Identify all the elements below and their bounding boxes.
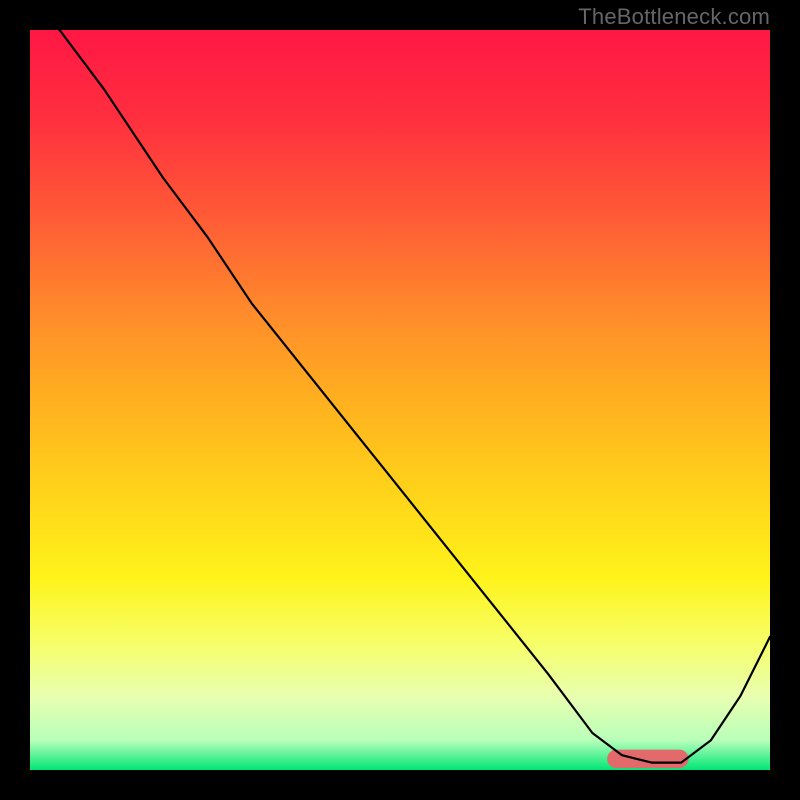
plot-area (30, 30, 770, 770)
chart-frame: TheBottleneck.com (0, 0, 800, 800)
watermark-text: TheBottleneck.com (578, 4, 770, 30)
gradient-background (30, 30, 770, 770)
bottleneck-chart (30, 30, 770, 770)
